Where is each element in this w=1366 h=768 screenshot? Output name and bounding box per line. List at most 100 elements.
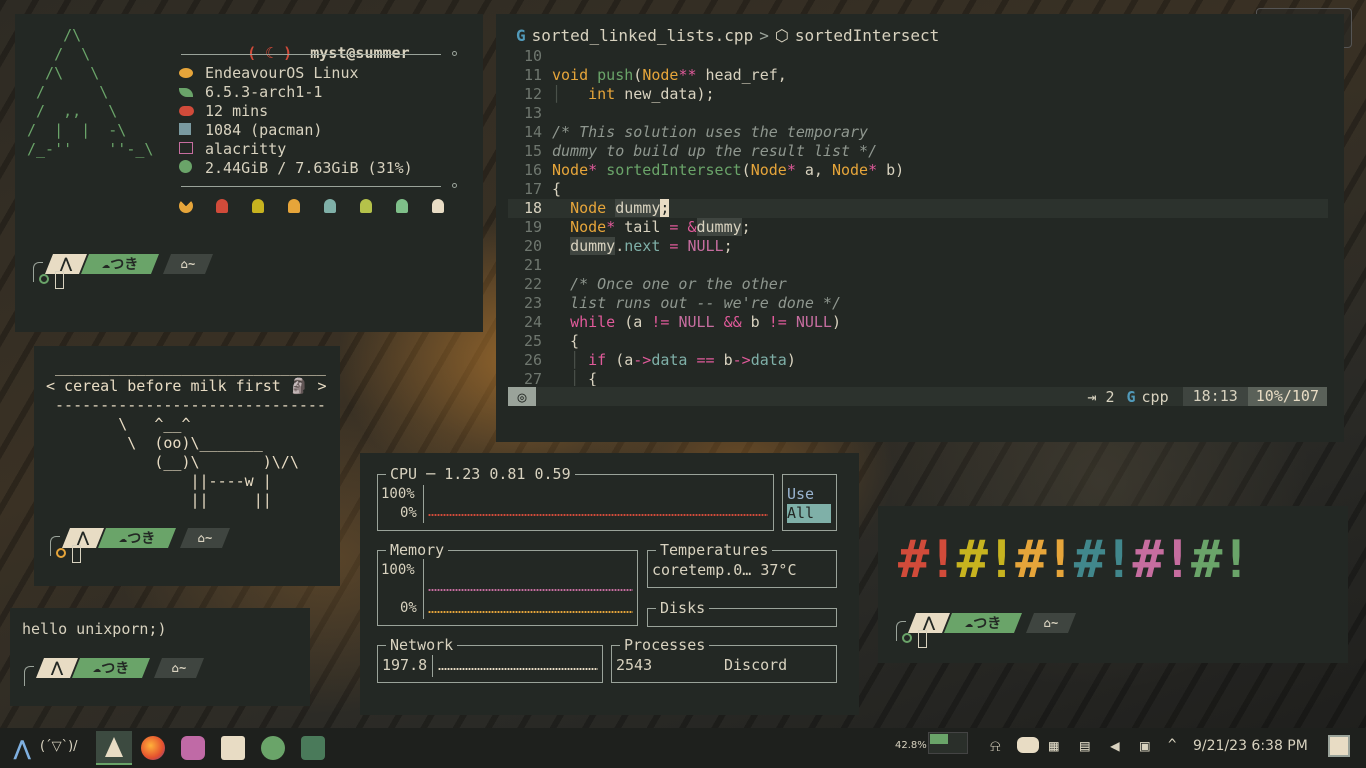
ghost-icon [216,199,228,213]
check-icon [179,160,192,173]
prompt-folder: ☁ つき [81,254,159,274]
filetype: cpp [1141,387,1169,406]
shell-prompt: ⋀ ☁ つき ⌂ ~ [50,528,270,563]
terminal-row: alacritty [179,140,459,159]
clock[interactable]: 9/21/23 6:38 PM [1193,738,1308,754]
prompt-home: ⌂ ~ [1026,613,1076,633]
mode-icon: ◎ [508,387,536,406]
cpu-options[interactable]: Use All [782,474,837,531]
cursor-position: 18:13 [1182,387,1248,406]
code-line: 10 [523,47,542,65]
settings-icon[interactable] [301,736,325,760]
prompt-connector [24,666,34,686]
neovim-editor[interactable]: G sorted_linked_lists.cpp > ⬡ sortedInte… [496,14,1344,442]
terminal-cursor [72,545,81,563]
package-icon [179,123,191,135]
code-view[interactable]: 10 11 void push(Node** head_ref, 12 │ int … [508,47,1328,386]
discord-icon[interactable] [181,736,205,760]
shell-prompt: ⋀ ☁ つき ⌂ ~ [24,658,244,686]
prompt-home: ⌂ ~ [154,658,204,678]
symbol-name[interactable]: sortedIntersect [795,26,940,45]
notification-icon[interactable]: ⍾ [990,736,1001,756]
color-hashes: #!#!#!#!#!#! [898,530,1252,590]
code-line: 23 list runs out -- we're done */ [523,294,841,312]
ghost-icon [288,199,300,213]
btop-monitor[interactable]: CPU ─ 1.23 0.81 0.59 100% 0% Use All Mem… [360,453,859,715]
volume-icon[interactable]: ◀ [1110,736,1120,755]
firefox-icon[interactable] [141,736,165,760]
terminal-cursor [918,630,927,648]
code-line-current: 18 Node dummy; [508,199,1328,218]
arch-icon: ⋀ [908,613,950,633]
keyboard-icon[interactable]: ▦ [1049,736,1059,755]
cpu-graph [428,514,768,516]
moon-icon: ( ☾ ) [247,44,293,62]
workspace-pager[interactable] [928,732,968,754]
alacritty-task[interactable] [96,731,132,765]
color-test-terminal[interactable]: #!#!#!#!#!#! ⋀ ☁ つき ⌂ ~ [878,506,1348,663]
files-icon[interactable] [221,736,245,760]
breadcrumb-separator: > [759,26,769,45]
cpp-file-icon: G [1126,387,1136,406]
memory-row: 2.44GiB / 7.63GiB (31%) [179,159,459,178]
zoom-level: 42.8% [895,740,927,751]
hello-terminal[interactable]: hello unixporn;) ⋀ ☁ つき ⌂ ~ [10,608,310,706]
prompt-status-icon [902,633,912,643]
arch-icon: ⋀ [45,254,87,274]
file-name[interactable]: sorted_linked_lists.cpp [532,26,754,45]
code-line: 25 { [523,332,580,350]
scroll-progress: 10%/107 [1247,387,1327,406]
memory-cache-graph [428,611,633,613]
show-desktop-icon[interactable] [1328,735,1350,757]
fastfetch-terminal[interactable]: /\ / \ /\ \ / \ / ,, \ / | | -\ /_-'' ''… [15,14,483,332]
cpu-box: CPU ─ 1.23 0.81 0.59 100% 0% [377,465,774,531]
kernel-row: 6.5.3-arch1-1 [179,83,459,102]
network-icon[interactable]: ▣ [1140,736,1150,755]
memory-used-graph [428,589,633,591]
prompt-folder: ☁ つき [72,658,150,678]
cpp-file-icon: G [516,26,526,45]
cowsay-terminal[interactable]: ______________________________ < cereal … [34,346,340,586]
shell-prompt: ⋀ ☁ つき ⌂ ~ [896,613,1116,648]
breadcrumb: G sorted_linked_lists.cpp > ⬡ sortedInte… [516,26,939,45]
code-line: 26 │ if (a->data == b->data) [523,351,796,369]
clipboard-icon[interactable]: ▤ [1080,736,1090,755]
code-line: 16 Node* sortedIntersect(Node* a, Node* b… [523,161,905,179]
cube-icon: ⬡ [774,26,789,45]
code-line: 11 void push(Node** head_ref, [523,66,787,84]
code-line: 27 │ { [523,370,598,386]
ghost-icon [396,199,408,213]
code-line: 21 [523,256,542,274]
ghost-icon [324,199,336,213]
discord-tray-icon[interactable] [1017,737,1039,753]
tray-expand-icon[interactable]: ^ [1168,737,1176,753]
packages-row: 1084 (pacman) [179,121,459,140]
code-line: 20 dummy.next = NULL; [523,237,733,255]
kaomoji-label: (´▽`)/ [40,739,78,754]
hello-text: hello unixporn;) [22,620,167,638]
code-line: 19 Node* tail = &dummy; [523,218,751,236]
arch-icon: ⋀ [62,528,104,548]
cloud-icon [179,106,194,116]
code-line: 13 [523,104,542,122]
prompt-status-icon [39,274,49,284]
terminal-icon [179,142,193,154]
launcher-icon[interactable]: ⋀ [14,736,30,760]
indent-indicator: ⇥ 2 [1087,387,1115,406]
spotify-icon[interactable] [261,736,285,760]
code-line: 15 dummy to build up the result list */ [523,142,878,160]
divider [181,186,441,187]
ghost-icon [432,199,444,213]
divider-dot [452,51,457,56]
statusline: ◎ ⇥ 2 G cpp 18:13 10%/107 [508,387,1327,406]
divider [181,54,441,55]
os-row: EndeavourOS Linux [179,64,459,83]
prompt-folder: ☁ つき [98,528,176,548]
planet-icon [179,68,193,78]
processes-box[interactable]: Processes 2543 Discord [611,636,837,683]
prompt-folder: ☁ つき [944,613,1022,633]
prompt-home: ⌂ ~ [180,528,230,548]
prompt-home: ⌂ ~ [163,254,213,274]
ghost-icon [252,199,264,213]
alacritty-icon [105,737,123,757]
